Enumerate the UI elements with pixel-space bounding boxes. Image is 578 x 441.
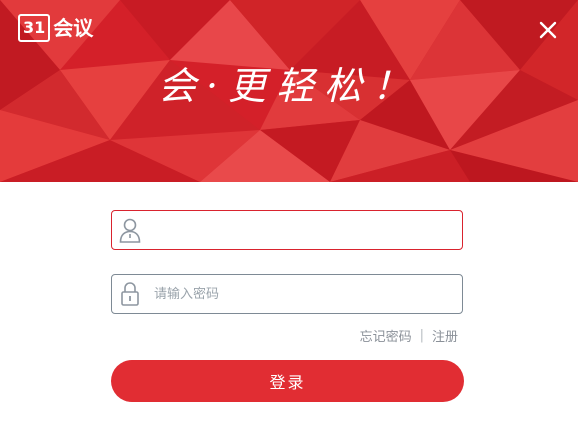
header-banner: 31 会议 会·更轻松！ [0,0,578,182]
close-icon [539,21,557,39]
login-window: 31 会议 会·更轻松！ 忘记密码 | 注册 登录 [0,0,578,441]
login-button[interactable]: 登录 [111,360,464,402]
forgot-password-link[interactable]: 忘记密码 [360,326,412,345]
app-logo: 31 会议 [18,14,93,42]
banner-slogan: 会·更轻松！ [157,64,421,108]
lock-icon [112,275,148,313]
close-button[interactable] [536,18,560,42]
account-links: 忘记密码 | 注册 [360,326,458,345]
logo-mark: 31 [18,14,51,42]
register-link[interactable]: 注册 [432,326,458,345]
user-icon [112,211,148,249]
password-field[interactable] [111,274,463,314]
link-separator: | [419,328,424,343]
username-field[interactable] [111,210,463,250]
password-input[interactable] [148,276,462,312]
logo-text: 会议 [53,16,94,40]
username-input[interactable] [148,212,462,248]
